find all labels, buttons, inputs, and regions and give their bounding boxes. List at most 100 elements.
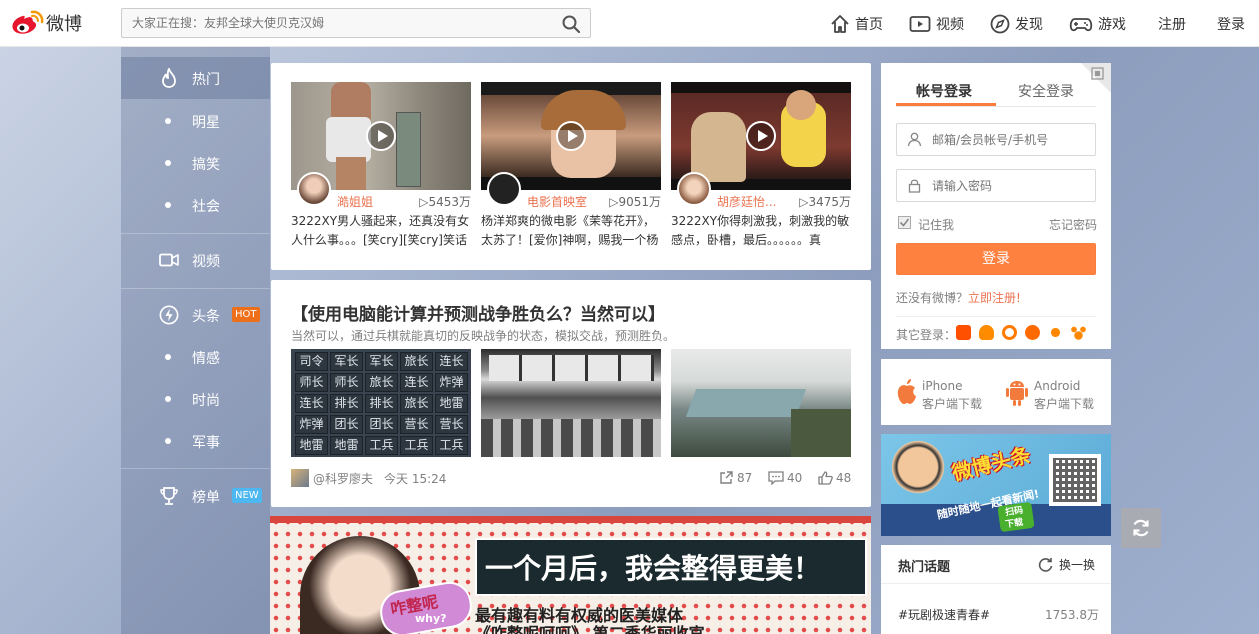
- ad-download: 下载: [1004, 517, 1024, 531]
- search-icon[interactable]: [562, 15, 580, 33]
- left-category-menu: 热门 明星 搞笑 社会 视频 头条 HOT 情感 时尚 军事 榜单 NEW: [121, 47, 270, 634]
- forgot-password-link[interactable]: 忘记密码: [1049, 216, 1097, 233]
- article-image-war-room[interactable]: [671, 349, 851, 457]
- search-box[interactable]: [121, 8, 591, 38]
- android-label[interactable]: Android: [1034, 379, 1080, 393]
- nav-home-label: 首页: [855, 16, 883, 33]
- qr-code[interactable]: [1049, 454, 1101, 506]
- article-time: 今天 15:24: [384, 471, 447, 486]
- topic-count: 1753.8万: [1045, 608, 1099, 622]
- repost-button[interactable]: 87: [719, 469, 752, 487]
- password-input[interactable]: [932, 170, 1092, 201]
- qr-pattern: [1053, 458, 1097, 502]
- sidebar-item-fashion[interactable]: 时尚: [121, 378, 270, 420]
- topic-name[interactable]: #玩剧极速青春#: [898, 606, 990, 623]
- video-item[interactable]: 电影首映室 ▷9051万 杨洋郑爽的微电影《茉等花开》，太苏了！[爱你]神啊，赐…: [481, 82, 661, 250]
- article-card: 【使用电脑能计算并预测战争胜负么？当然可以】 当然可以，通过兵棋就能真切的反映战…: [271, 280, 871, 507]
- article-author[interactable]: @科罗廖夫: [291, 469, 373, 487]
- username-input[interactable]: [932, 124, 1092, 155]
- tab-secure-login[interactable]: 安全登录: [1018, 81, 1074, 101]
- bullet-dot: [165, 202, 171, 208]
- qq-icon[interactable]: [979, 325, 994, 340]
- tab-account-login[interactable]: 帐号登录: [916, 81, 972, 101]
- register-link[interactable]: 注册: [1158, 0, 1186, 47]
- bolt-icon: [159, 305, 179, 325]
- other-login-label: 其它登录：: [896, 328, 957, 342]
- search-input[interactable]: [122, 9, 542, 37]
- play-button[interactable]: [746, 121, 776, 151]
- promo-banner[interactable]: 一个月后，我会整得更美！ 咋整呢 why? 最有趣有料有权威的医美媒体 《咋整呢…: [270, 516, 871, 634]
- video-item[interactable]: 澔姐姐 ▷5453万 3222XY男人骚起来，还真没有女人什么事。。。[笑cry…: [291, 82, 471, 250]
- sidebar-item-funny[interactable]: 搞笑: [121, 142, 270, 184]
- video-description[interactable]: 杨洋郑爽的微电影《茉等花开》，太苏了！[爱你]神啊，赐我一个杨: [481, 212, 661, 250]
- weibo-headline-ad[interactable]: 微博头条 随时随地一起看新闻! 扫码 下载: [881, 434, 1111, 536]
- sidebar-item-military[interactable]: 军事: [121, 420, 270, 462]
- client-download-panel: iPhone 客户端下载 Android 客户端下载: [881, 359, 1111, 425]
- video-icon: [909, 15, 931, 32]
- login-link[interactable]: 登录: [1217, 0, 1245, 47]
- tab-divider: [896, 106, 1096, 107]
- login-button[interactable]: 登录: [896, 243, 1096, 275]
- username-field[interactable]: [896, 123, 1096, 156]
- trophy-icon: [159, 486, 179, 506]
- video-item[interactable]: 胡彦廷怡... ▷3475万 3222XY你得刺激我，刺激我的敏感点，卧槽，最后…: [671, 82, 851, 250]
- paw-icon[interactable]: [1071, 325, 1086, 340]
- chess-piece: 地雷: [295, 436, 328, 455]
- password-field[interactable]: [896, 169, 1096, 202]
- baidu-icon[interactable]: [1048, 325, 1063, 340]
- sidebar-item-stars[interactable]: 明星: [121, 100, 270, 142]
- article-title[interactable]: 【使用电脑能计算并预测战争胜负么？当然可以】: [291, 300, 665, 325]
- qr-switch-icon[interactable]: [1091, 67, 1105, 81]
- nav-video-label: 视频: [936, 16, 964, 33]
- android-sub[interactable]: 客户端下载: [1034, 395, 1094, 412]
- iphone-download[interactable]: [896, 377, 918, 408]
- register-now-link[interactable]: 立即注册!: [968, 291, 1021, 305]
- camera-icon: [159, 250, 179, 270]
- nav-discover-label: 发现: [1015, 16, 1043, 33]
- alipay-icon[interactable]: [1002, 325, 1017, 340]
- sidebar-item-headlines[interactable]: 头条 HOT: [121, 294, 270, 336]
- check-icon: [899, 218, 910, 227]
- comment-button[interactable]: 40: [768, 469, 802, 487]
- sidebar-item-society[interactable]: 社会: [121, 184, 270, 226]
- taobao-icon[interactable]: [956, 325, 971, 340]
- tianyi-icon[interactable]: [1025, 325, 1040, 340]
- author-avatar[interactable]: [291, 469, 309, 487]
- chess-piece: 连长: [400, 373, 433, 392]
- sidebar-item-hot[interactable]: 热门: [121, 57, 270, 99]
- chess-piece: 工兵: [435, 436, 468, 455]
- like-button[interactable]: 48: [818, 469, 851, 487]
- play-button[interactable]: [366, 121, 396, 151]
- cartoon-character: [889, 439, 947, 509]
- chess-piece: 营长: [400, 415, 433, 434]
- nav-home[interactable]: 首页: [830, 0, 883, 47]
- like-count: 48: [836, 471, 852, 485]
- chess-piece: 工兵: [400, 436, 433, 455]
- article-image-command-room[interactable]: [481, 349, 661, 457]
- remember-checkbox[interactable]: [898, 216, 911, 229]
- sidebar-item-rankings[interactable]: 榜单 NEW: [121, 475, 270, 517]
- video-description[interactable]: 3222XY男人骚起来，还真没有女人什么事。。。[笑cry][笑cry]笑话: [291, 212, 471, 250]
- menu-divider: [121, 233, 270, 234]
- nav-games[interactable]: 游戏: [1069, 0, 1126, 47]
- weibo-logo[interactable]: 微博: [10, 8, 82, 38]
- video-author[interactable]: 电影首映室: [527, 193, 587, 210]
- iphone-label[interactable]: iPhone: [922, 379, 963, 393]
- video-author[interactable]: 澔姐姐: [337, 193, 373, 210]
- video-description[interactable]: 3222XY你得刺激我，刺激我的敏感点，卧槽，最后。。。。。。真: [671, 212, 851, 250]
- floating-refresh-button[interactable]: [1121, 508, 1161, 548]
- iphone-sub[interactable]: 客户端下载: [922, 395, 982, 412]
- nav-discover[interactable]: 发现: [990, 0, 1043, 47]
- top-navigation-bar: 微博 首页 视频 发现 游戏 注册 登录: [0, 0, 1259, 47]
- article-image-chess[interactable]: 司令 军长 军长 旅长 连长 师长 师长 旅长 连长 炸弹 连长 排长 排长 旅长 地雷 炸弹 团长 团长 营长 营长…: [291, 349, 471, 457]
- author-name[interactable]: @科罗廖夫: [313, 470, 373, 487]
- nav-video[interactable]: 视频: [909, 0, 964, 47]
- refresh-topics-button[interactable]: 换一换: [1038, 556, 1095, 573]
- play-button[interactable]: [556, 121, 586, 151]
- sidebar-item-video[interactable]: 视频: [121, 239, 270, 281]
- android-download[interactable]: [1005, 378, 1029, 409]
- sidebar-item-emotion[interactable]: 情感: [121, 336, 270, 378]
- banner-badge-why: why?: [415, 612, 447, 625]
- video-author[interactable]: 胡彦廷怡...: [717, 193, 776, 210]
- remember-label[interactable]: 记住我: [918, 216, 954, 233]
